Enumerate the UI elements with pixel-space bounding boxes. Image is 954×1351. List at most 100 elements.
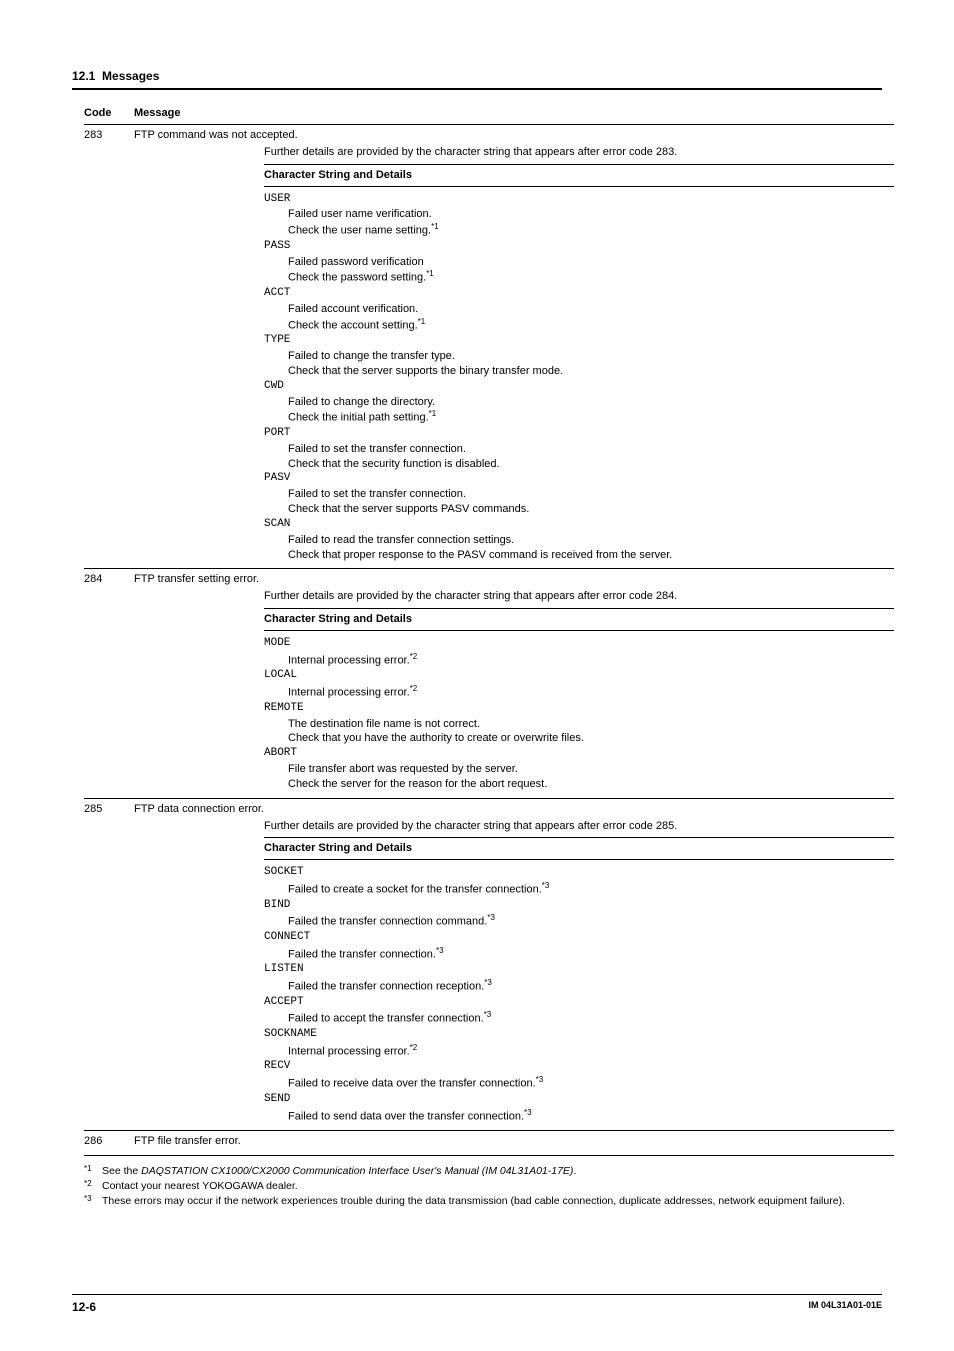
command-name: TYPE [264,333,894,348]
row-intro: Further details are provided by the char… [264,145,894,160]
footnote-marker: *3 [84,1194,102,1208]
command-description: Internal processing error.*2 [288,1043,894,1060]
footnote-ref: *3 [487,913,495,922]
cell-code: 283 [84,128,134,143]
command-name: LISTEN [264,962,894,977]
footnote-ref: *1 [426,269,434,278]
command-description: Failed user name verification. [288,207,894,222]
command-description: Failed to receive data over the transfer… [288,1075,894,1092]
details-subheading: Character String and Details [264,608,894,631]
footnote: *3These errors may occur if the network … [84,1194,882,1208]
command-description: Internal processing error.*2 [288,684,894,701]
command-name: SCAN [264,517,894,532]
command-name: PORT [264,426,894,441]
details-subheading: Character String and Details [264,164,894,187]
section-rule [72,88,882,90]
footnote-ref: *3 [536,1075,544,1084]
command-description: Failed to set the transfer connection. [288,487,894,502]
section-title-text: Messages [102,69,159,83]
command-description: Check that you have the authority to cre… [288,731,894,746]
command-name: SEND [264,1092,894,1107]
command-name: CWD [264,379,894,394]
command-description: Failed to accept the transfer connection… [288,1010,894,1027]
footnotes: *1See the DAQSTATION CX1000/CX2000 Commu… [84,1164,882,1209]
table-row: 285FTP data connection error. Further det… [84,799,894,1131]
command-name: ACCT [264,286,894,301]
command-description: Check the initial path setting.*1 [288,409,894,426]
page-footer: 12-6 IM 04L31A01-01E [72,1294,882,1315]
cell-code: 286 [84,1134,134,1149]
command-name: USER [264,192,894,207]
cell-code: 285 [84,802,134,817]
col-header-message: Message [134,106,894,121]
command-description: Failed account verification. [288,302,894,317]
footnote-text: See the DAQSTATION CX1000/CX2000 Communi… [102,1164,576,1178]
command-description: Failed to send data over the transfer co… [288,1108,894,1125]
command-name: PASV [264,471,894,486]
command-description: Failed to create a socket for the transf… [288,881,894,898]
footnote: *2Contact your nearest YOKOGAWA dealer. [84,1179,882,1193]
cell-message: FTP file transfer error. [134,1134,894,1149]
table-row: 286FTP file transfer error. [84,1131,894,1156]
section-number: 12.1 [72,69,95,83]
col-header-code: Code [84,106,134,121]
footnote-marker: *2 [84,1179,102,1193]
command-description: The destination file name is not correct… [288,717,894,732]
footnote-ref: *3 [542,881,550,890]
command-name: PASS [264,239,894,254]
command-description: Check that the server supports PASV comm… [288,502,894,517]
command-description: File transfer abort was requested by the… [288,762,894,777]
command-description: Check the password setting.*1 [288,269,894,286]
row-details: Further details are provided by the char… [264,819,894,1124]
command-name: BIND [264,898,894,913]
cell-message: FTP command was not accepted. [134,128,894,143]
footnote-ref: *3 [436,946,444,955]
row-top: 286FTP file transfer error. [84,1134,894,1149]
row-details: Further details are provided by the char… [264,589,894,791]
row-top: 284FTP transfer setting error. [84,572,894,587]
cell-message: FTP data connection error. [134,802,894,817]
footnote-ref: *2 [410,684,418,693]
command-name: LOCAL [264,668,894,683]
table-row: 283FTP command was not accepted. Further … [84,125,894,569]
footnote-ref: *2 [410,1043,418,1052]
row-top: 283FTP command was not accepted. [84,128,894,143]
command-description: Failed the transfer connection reception… [288,978,894,995]
command-description: Failed to set the transfer connection. [288,442,894,457]
command-name: RECV [264,1059,894,1074]
row-intro: Further details are provided by the char… [264,819,894,834]
details-subheading: Character String and Details [264,837,894,860]
table-body: 283FTP command was not accepted. Further … [84,125,894,1156]
footnote-ref: *3 [524,1108,532,1117]
footnote-ref: *1 [431,222,439,231]
footnote: *1See the DAQSTATION CX1000/CX2000 Commu… [84,1164,882,1178]
footnote-ref: *1 [418,317,426,326]
command-name: MODE [264,636,894,651]
footnote-ref: *2 [410,652,418,661]
command-description: Failed the transfer connection command.*… [288,913,894,930]
page-number: 12-6 [72,1299,96,1315]
row-intro: Further details are provided by the char… [264,589,894,604]
footnote-ref: *1 [429,409,437,418]
command-name: CONNECT [264,930,894,945]
table-row: 284FTP transfer setting error. Further de… [84,569,894,798]
command-description: Failed to change the transfer type. [288,349,894,364]
footnote-text: Contact your nearest YOKOGAWA dealer. [102,1179,298,1193]
footnote-ref: *3 [484,978,492,987]
command-name: SOCKNAME [264,1027,894,1042]
footnote-italic: DAQSTATION CX1000/CX2000 Communication I… [141,1165,573,1177]
command-name: ACCEPT [264,995,894,1010]
row-details: Further details are provided by the char… [264,145,894,563]
command-description: Internal processing error.*2 [288,652,894,669]
command-description: Check that the security function is disa… [288,457,894,472]
command-description: Check the server for the reason for the … [288,777,894,792]
footnote-marker: *1 [84,1164,102,1178]
footnote-text: These errors may occur if the network ex… [102,1194,845,1208]
section-heading: 12.1 Messages [72,68,882,84]
command-description: Check the user name setting.*1 [288,222,894,239]
document-id: IM 04L31A01-01E [808,1299,882,1315]
command-name: SOCKET [264,865,894,880]
command-description: Failed to read the transfer connection s… [288,533,894,548]
command-name: REMOTE [264,701,894,716]
command-description: Check that proper response to the PASV c… [288,548,894,563]
